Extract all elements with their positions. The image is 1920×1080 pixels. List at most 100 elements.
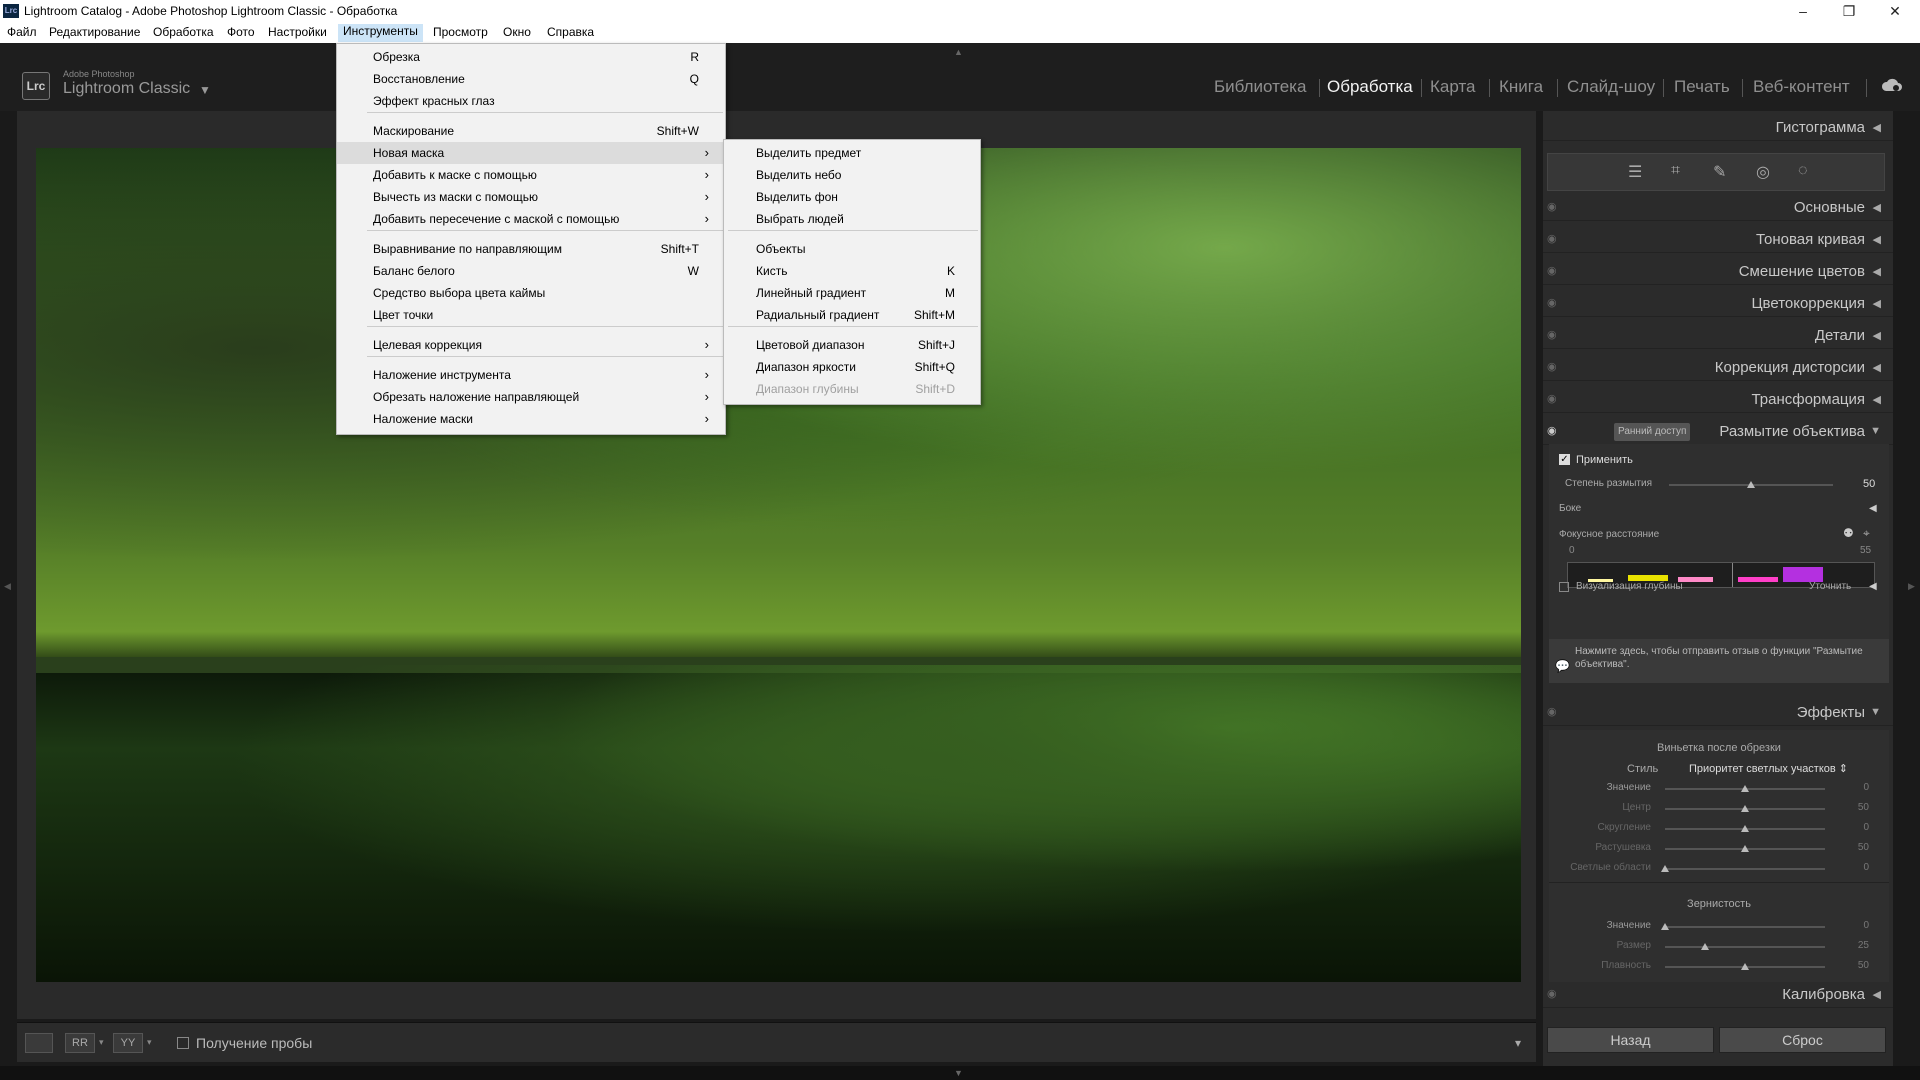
module-web[interactable]: Веб-контент [1753, 77, 1850, 97]
tools-menu-item[interactable]: Обрезка R [337, 46, 725, 68]
refine-expand-icon[interactable]: ◀ [1869, 581, 1877, 592]
close-button[interactable]: ✕ [1872, 0, 1918, 22]
menu-window[interactable]: Окно [503, 25, 531, 39]
tools-menu-item[interactable]: Добавить к маске с помощью › [337, 164, 725, 186]
panel-lens-blur[interactable]: ◉ Ранний доступ Размытие объектива ▼ [1543, 419, 1893, 445]
panel-lens-corrections[interactable]: ◉ Коррекция дисторсии ◀ [1543, 355, 1893, 381]
collapse-triangle-icon[interactable]: ◀ [1873, 265, 1881, 278]
minimize-button[interactable]: – [1780, 0, 1826, 22]
menu-edit[interactable]: Редактирование [49, 25, 140, 39]
slider-knob[interactable] [1661, 923, 1669, 930]
identity-plate-caret-icon[interactable]: ▼ [199, 83, 211, 97]
tools-menu-item[interactable]: Обрезать наложение направляющей › [337, 386, 725, 408]
panel-histogram[interactable]: Гистограмма ◀ [1543, 115, 1893, 141]
collapse-triangle-icon[interactable]: ◀ [1873, 988, 1881, 1001]
new-mask-menu-item[interactable]: Цветовой диапазон Shift+J [724, 334, 980, 356]
expand-triangle-icon[interactable]: ▼ [1870, 425, 1881, 437]
tools-menu-item[interactable]: Баланс белого W [337, 260, 725, 282]
effect-slider[interactable] [1665, 785, 1825, 792]
collapse-triangle-icon[interactable]: ◀ [1873, 233, 1881, 246]
eye-icon[interactable]: ◉ [1547, 424, 1557, 437]
focus-target-icon[interactable]: ⌖ [1863, 526, 1870, 541]
slider-knob[interactable] [1741, 845, 1749, 852]
expand-triangle-icon[interactable]: ▼ [1870, 706, 1881, 718]
new-mask-menu-item[interactable]: Объекты [724, 238, 980, 260]
expand-right-edge-icon[interactable]: ▶ [1908, 581, 1915, 592]
effect-slider[interactable] [1665, 943, 1825, 950]
eye-icon[interactable]: ◉ [1547, 264, 1557, 277]
tools-menu-item[interactable]: Маскирование Shift+W [337, 120, 725, 142]
bokeh-expand-icon[interactable]: ◀ [1869, 503, 1877, 514]
effect-slider[interactable] [1661, 865, 1825, 872]
new-mask-menu-item[interactable]: Кисть K [724, 260, 980, 282]
module-print[interactable]: Печать [1674, 77, 1730, 97]
loupe-view-button[interactable] [25, 1033, 53, 1053]
collapse-triangle-icon[interactable]: ◀ [1873, 201, 1881, 214]
before-after-top-bottom-button[interactable]: YY [113, 1033, 143, 1053]
collapse-triangle-icon[interactable]: ◀ [1873, 361, 1881, 374]
tools-menu-item[interactable]: Выравнивание по направляющим Shift+T [337, 238, 725, 260]
focus-picker-icon[interactable]: ⚉ [1843, 526, 1854, 540]
menu-file[interactable]: Файл [7, 25, 37, 39]
eye-icon[interactable]: ◉ [1547, 232, 1557, 245]
toolbar-options-caret-icon[interactable]: ▾ [1515, 1036, 1521, 1050]
tools-menu-item[interactable]: Целевая коррекция › [337, 334, 725, 356]
new-mask-menu-item[interactable]: Выбрать людей [724, 208, 980, 230]
menu-photo[interactable]: Фото [227, 25, 255, 39]
tools-menu-item[interactable]: Новая маска › [337, 142, 725, 164]
tools-menu-item[interactable]: Восстановление Q [337, 68, 725, 90]
panel-tone-curve[interactable]: ◉ Тоновая кривая ◀ [1543, 227, 1893, 253]
eye-icon[interactable]: ◉ [1547, 705, 1557, 718]
new-mask-menu-item[interactable]: Диапазон яркости Shift+Q [724, 356, 980, 378]
panel-color-grading[interactable]: ◉ Цветокоррекция ◀ [1543, 291, 1893, 317]
eye-icon[interactable]: ◉ [1547, 200, 1557, 213]
collapse-triangle-icon[interactable]: ◀ [1873, 329, 1881, 342]
vignette-style-select[interactable]: Приоритет светлых участков ⇕ [1689, 762, 1848, 775]
swap-caret-icon[interactable]: ▾ [147, 1037, 152, 1048]
menu-tools[interactable]: Инструменты [338, 24, 423, 42]
eye-icon[interactable]: ◉ [1547, 296, 1557, 309]
before-after-caret-icon[interactable]: ▾ [99, 1037, 104, 1048]
module-map[interactable]: Карта [1430, 77, 1476, 97]
collapse-triangle-icon[interactable]: ◀ [1873, 393, 1881, 406]
red-eye-icon[interactable]: ◎ [1756, 162, 1770, 182]
blur-amount-slider[interactable] [1669, 481, 1833, 488]
eye-icon[interactable]: ◉ [1547, 328, 1557, 341]
collapse-top-panel-icon[interactable]: ▲ [954, 47, 963, 57]
edit-sliders-icon[interactable]: ☰ [1628, 162, 1642, 182]
tools-menu-item[interactable]: Вычесть из маски с помощью › [337, 186, 725, 208]
menu-develop[interactable]: Обработка [153, 25, 214, 39]
new-mask-menu-item[interactable]: Линейный градиент M [724, 282, 980, 304]
slider-knob[interactable] [1701, 943, 1709, 950]
apply-checkbox[interactable]: ✓ [1559, 454, 1570, 465]
new-mask-menu-item[interactable]: Выделить предмет [724, 142, 980, 164]
slider-knob[interactable] [1741, 785, 1749, 792]
menu-view[interactable]: Просмотр [433, 25, 488, 39]
new-mask-menu-item[interactable]: Выделить небо [724, 164, 980, 186]
menu-settings[interactable]: Настройки [268, 25, 327, 39]
tools-menu-item[interactable]: Наложение инструмента › [337, 364, 725, 386]
panel-detail[interactable]: ◉ Детали ◀ [1543, 323, 1893, 349]
slider-knob[interactable] [1747, 481, 1755, 488]
before-after-left-right-button[interactable]: RR [65, 1033, 95, 1053]
tools-menu-item[interactable]: Цвет точки [337, 304, 725, 326]
panel-basic[interactable]: ◉ Основные ◀ [1543, 195, 1893, 221]
panel-calibration[interactable]: ◉ Калибровка ◀ [1543, 982, 1893, 1008]
collapse-filmstrip-icon[interactable]: ▼ [954, 1068, 963, 1078]
panel-effects[interactable]: ◉ Эффекты ▼ [1543, 700, 1893, 726]
feedback-box[interactable]: 💬 Нажмите здесь, чтобы отправить отзыв о… [1549, 639, 1889, 683]
module-slideshow[interactable]: Слайд-шоу [1567, 77, 1655, 97]
crop-icon[interactable]: ⌗ [1671, 162, 1680, 180]
tools-menu-item[interactable]: Добавить пересечение с маской с помощью › [337, 208, 725, 230]
module-library[interactable]: Библиотека [1214, 77, 1306, 97]
depth-visualization-checkbox[interactable] [1559, 582, 1569, 592]
slider-knob[interactable] [1661, 865, 1669, 872]
eye-icon[interactable]: ◉ [1547, 392, 1557, 405]
slider-knob[interactable] [1741, 825, 1749, 832]
menu-help[interactable]: Справка [547, 25, 594, 39]
reset-button[interactable]: Сброс [1719, 1027, 1886, 1053]
collapse-triangle-icon[interactable]: ◀ [1873, 121, 1881, 134]
panel-transform[interactable]: ◉ Трансформация ◀ [1543, 387, 1893, 413]
collapse-triangle-icon[interactable]: ◀ [1873, 297, 1881, 310]
slider-knob[interactable] [1741, 805, 1749, 812]
